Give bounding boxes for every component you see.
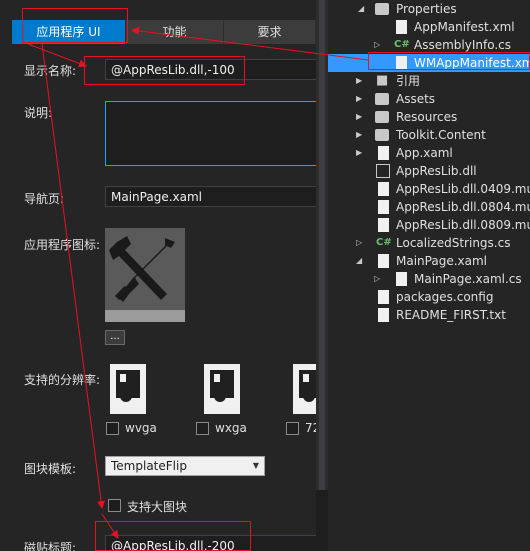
nav-page-input[interactable]: MainPage.xaml xyxy=(105,186,316,207)
expanded-arrow-icon: ◢ xyxy=(356,256,363,265)
display-name-input[interactable]: @AppResLib.dll,-100 xyxy=(105,59,316,80)
tree-item-mui-0804[interactable]: AppResLib.dll.0804.mui xyxy=(328,198,530,216)
manifest-designer-panel: 应用程序 UI 功能 要求 显示名称: @AppResLib.dll,-100 … xyxy=(0,0,316,551)
csharp-icon: C# xyxy=(376,237,392,248)
tree-item-label: MainPage.xaml xyxy=(396,254,487,268)
large-tile-label: 支持大图块 xyxy=(127,500,188,514)
expanded-arrow-icon: ◢ xyxy=(358,4,365,13)
designer-tabs: 应用程序 UI 功能 要求 xyxy=(12,20,316,44)
folder-icon xyxy=(375,111,389,123)
tree-item-label: AppManifest.xml xyxy=(414,20,515,34)
collapsed-arrow-icon: ▷ xyxy=(374,274,381,283)
chevron-down-icon: ▼ xyxy=(252,461,259,470)
nav-page-label: 导航页: xyxy=(24,192,65,206)
collapsed-arrow-icon: ▷ xyxy=(356,238,363,247)
tile-title-label: 磁贴标题: xyxy=(24,541,77,551)
folder-icon xyxy=(375,129,389,141)
file-icon xyxy=(378,182,389,196)
tree-item-resources[interactable]: ▶ Resources xyxy=(328,108,530,126)
tree-item-localizedstrings[interactable]: ▷ C# LocalizedStrings.cs xyxy=(328,234,530,252)
tile-template-select[interactable]: TemplateFlip ▼ xyxy=(105,456,265,476)
tree-item-appreslib-dll[interactable]: AppResLib.dll xyxy=(328,162,530,180)
csharp-icon: C# xyxy=(394,39,410,50)
tree-item-label: 引用 xyxy=(396,74,421,88)
designer-scrollbar[interactable] xyxy=(316,0,328,490)
resolutions-label: 支持的分辨率: xyxy=(24,373,101,387)
resolution-720p-label: 72 xyxy=(305,421,316,435)
tree-item-toolkit-content[interactable]: ▶ Toolkit.Content xyxy=(328,126,530,144)
tile-template-value: TemplateFlip xyxy=(111,459,187,473)
resolution-wvga-checkbox[interactable] xyxy=(106,422,119,435)
tree-item-label: README_FIRST.txt xyxy=(396,308,506,322)
tree-item-app-xaml[interactable]: ▶ App.xaml xyxy=(328,144,530,162)
tile-title-input[interactable]: @AppResLib.dll,-200 xyxy=(105,535,316,551)
tree-item-mui-0809[interactable]: AppResLib.dll.0809.mui xyxy=(328,216,530,234)
tab-app-ui[interactable]: 应用程序 UI xyxy=(12,20,126,44)
app-icon-label: 应用程序图标: xyxy=(24,238,101,252)
resolution-720p-preview xyxy=(293,364,316,414)
tree-item-label: AssemblyInfo.cs xyxy=(414,38,512,52)
tree-item-label: AppResLib.dll.0809.mui xyxy=(396,218,530,232)
tree-item-assets[interactable]: ▶ Assets xyxy=(328,90,530,108)
tree-item-label: Resources xyxy=(396,110,458,124)
file-icon xyxy=(396,20,407,34)
tree-item-label: packages.config xyxy=(396,290,494,304)
tree-item-mainpage-xaml[interactable]: ◢ MainPage.xaml xyxy=(328,252,530,270)
tab-requirements[interactable]: 要求 xyxy=(224,20,316,44)
tree-item-label: WMAppManifest.xml xyxy=(414,56,530,70)
solution-explorer: ◢ Properties AppManifest.xml ▷ C# Assemb… xyxy=(328,0,530,551)
tree-item-wmappmanifest[interactable]: WMAppManifest.xml xyxy=(328,54,530,72)
tree-item-label: LocalizedStrings.cs xyxy=(396,236,511,250)
tree-item-assemblyinfo[interactable]: ▷ C# AssemblyInfo.cs xyxy=(328,36,530,54)
tree-item-label: Assets xyxy=(396,92,436,106)
tree-item-label: Toolkit.Content xyxy=(396,128,486,142)
tree-item-label: AppResLib.dll.0409.mui xyxy=(396,182,530,196)
file-icon xyxy=(378,218,389,232)
description-label: 说明: xyxy=(24,106,53,120)
tree-item-references[interactable]: ▶ ■ 引用 xyxy=(328,72,530,90)
display-name-label: 显示名称: xyxy=(24,64,77,78)
collapsed-arrow-icon: ▶ xyxy=(356,94,363,103)
csharp-file-icon xyxy=(396,272,407,286)
folder-icon xyxy=(375,93,389,105)
tree-item-mainpage-xaml-cs[interactable]: ▷ MainPage.xaml.cs xyxy=(328,270,530,288)
file-icon xyxy=(378,308,389,322)
dll-icon xyxy=(376,164,390,178)
tree-item-label: Properties xyxy=(396,2,457,16)
tree-item-packages-config[interactable]: packages.config xyxy=(328,288,530,306)
wrench-screwdriver-icon xyxy=(109,236,175,302)
tree-item-readme[interactable]: README_FIRST.txt xyxy=(328,306,530,324)
tree-item-label: AppResLib.dll xyxy=(396,164,477,178)
collapsed-arrow-icon: ▶ xyxy=(356,130,363,139)
resolution-wvga-preview xyxy=(110,364,146,414)
references-icon: ■ xyxy=(376,73,389,88)
tree-item-label: MainPage.xaml.cs xyxy=(414,272,522,286)
resolution-wxga-checkbox[interactable] xyxy=(196,422,209,435)
tree-item-properties[interactable]: ◢ Properties xyxy=(328,0,530,18)
collapsed-arrow-icon: ▶ xyxy=(356,112,363,121)
collapsed-arrow-icon: ▶ xyxy=(356,76,363,85)
tab-capabilities[interactable]: 功能 xyxy=(126,20,224,44)
resolution-wxga-label: wxga xyxy=(215,421,247,435)
collapsed-arrow-icon: ▶ xyxy=(356,148,363,157)
browse-icon-button[interactable]: ... xyxy=(105,330,125,345)
folder-icon xyxy=(375,3,389,15)
xaml-icon xyxy=(378,146,389,160)
description-input[interactable] xyxy=(105,101,316,166)
collapsed-arrow-icon: ▷ xyxy=(374,40,381,49)
tile-template-label: 图块模板: xyxy=(24,462,77,476)
resolution-wvga-label: wvga xyxy=(125,421,157,435)
resolution-wxga-preview xyxy=(204,364,240,414)
manifest-icon xyxy=(396,56,407,70)
app-icon-preview xyxy=(105,228,185,322)
tree-item-mui-0409[interactable]: AppResLib.dll.0409.mui xyxy=(328,180,530,198)
config-icon xyxy=(378,290,389,304)
tree-item-label: AppResLib.dll.0804.mui xyxy=(396,200,530,214)
large-tile-checkbox[interactable] xyxy=(108,499,121,512)
file-icon xyxy=(378,200,389,214)
tree-item-label: App.xaml xyxy=(396,146,453,160)
xaml-icon xyxy=(378,254,389,268)
tree-item-appmanifest[interactable]: AppManifest.xml xyxy=(328,18,530,36)
resolution-720p-checkbox[interactable] xyxy=(286,422,299,435)
